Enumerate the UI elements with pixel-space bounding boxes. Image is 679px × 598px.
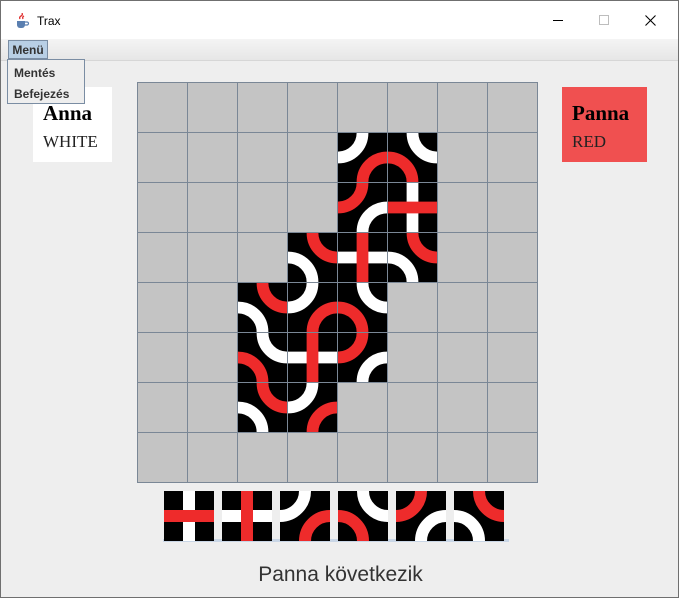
- board-cell-empty[interactable]: [388, 333, 437, 382]
- board-cell-empty[interactable]: [188, 283, 237, 332]
- board-cell-empty[interactable]: [188, 233, 237, 282]
- player-panel-red: Panna RED: [562, 87, 647, 162]
- board-cell-empty[interactable]: [438, 233, 487, 282]
- board-cell-empty[interactable]: [488, 333, 537, 382]
- hand-tile[interactable]: [164, 491, 214, 541]
- game-board: [137, 82, 538, 483]
- board-cell-empty[interactable]: [288, 183, 337, 232]
- maximize-button[interactable]: [581, 1, 627, 39]
- status-message: Panna következik: [258, 563, 423, 586]
- board-cell-empty[interactable]: [338, 383, 387, 432]
- board-cell-empty[interactable]: [238, 83, 287, 132]
- menu-bar: Menü: [1, 39, 678, 61]
- player-name: Anna: [43, 101, 93, 125]
- board-cell-empty[interactable]: [438, 383, 487, 432]
- hand-tile[interactable]: [222, 491, 272, 541]
- board-cell-empty[interactable]: [188, 83, 237, 132]
- window-title: Trax: [37, 14, 61, 28]
- board-cell-empty[interactable]: [338, 433, 387, 482]
- maximize-icon: [599, 15, 609, 25]
- board-cell-empty[interactable]: [138, 233, 187, 282]
- board-cell-empty[interactable]: [388, 283, 437, 332]
- board-cell-empty[interactable]: [288, 83, 337, 132]
- board-cell-empty[interactable]: [138, 383, 187, 432]
- player-name: Panna: [572, 101, 630, 125]
- minimize-icon: [553, 20, 563, 21]
- board-cell-empty[interactable]: [188, 433, 237, 482]
- board-cell-empty[interactable]: [238, 183, 287, 232]
- board-cell-empty[interactable]: [238, 433, 287, 482]
- board-cell-empty[interactable]: [238, 233, 287, 282]
- menu-button[interactable]: Menü: [8, 40, 48, 59]
- menu-item-save[interactable]: Mentés: [14, 66, 55, 80]
- java-cup-icon: [14, 13, 30, 29]
- board-cell-empty[interactable]: [138, 183, 187, 232]
- board-cell-empty[interactable]: [388, 83, 437, 132]
- board-cell-empty[interactable]: [438, 433, 487, 482]
- board-cell-empty[interactable]: [188, 183, 237, 232]
- board-cell-empty[interactable]: [438, 83, 487, 132]
- board-cell-empty[interactable]: [438, 333, 487, 382]
- title-bar: Trax: [1, 1, 678, 39]
- trax-window: Trax Menü Anna WHITE Panna RED Panna köv…: [0, 0, 679, 598]
- board-cell-empty[interactable]: [488, 233, 537, 282]
- player-color-label: RED: [572, 132, 606, 151]
- board-cell-empty[interactable]: [238, 133, 287, 182]
- board-cell-empty[interactable]: [488, 433, 537, 482]
- board-cell-empty[interactable]: [488, 83, 537, 132]
- player-color-label: WHITE: [43, 132, 98, 151]
- board-cell-empty[interactable]: [288, 433, 337, 482]
- board-cell-empty[interactable]: [438, 283, 487, 332]
- board-cell-empty[interactable]: [438, 183, 487, 232]
- close-icon: [644, 14, 656, 26]
- board-cell-empty[interactable]: [388, 383, 437, 432]
- board-cell-empty[interactable]: [488, 183, 537, 232]
- board-cell-empty[interactable]: [488, 383, 537, 432]
- close-button[interactable]: [627, 1, 673, 39]
- minimize-button[interactable]: [535, 1, 581, 39]
- menu-dropdown: Mentés Befejezés: [7, 59, 85, 104]
- board-tile: [338, 233, 387, 282]
- menu-item-quit[interactable]: Befejezés: [14, 87, 69, 101]
- board-cell-empty[interactable]: [138, 83, 187, 132]
- board-cell-empty[interactable]: [188, 333, 237, 382]
- board-cell-empty[interactable]: [138, 433, 187, 482]
- tile-hand: [164, 491, 504, 541]
- board-cell-empty[interactable]: [138, 133, 187, 182]
- board-cell-empty[interactable]: [288, 133, 337, 182]
- board-tile: [288, 333, 337, 382]
- board-cell-empty[interactable]: [338, 83, 387, 132]
- board-cell-empty[interactable]: [438, 133, 487, 182]
- board-cell-empty[interactable]: [488, 133, 537, 182]
- board-cell-empty[interactable]: [188, 133, 237, 182]
- board-tile: [388, 183, 437, 232]
- board-cell-empty[interactable]: [388, 433, 437, 482]
- board-cell-empty[interactable]: [188, 383, 237, 432]
- board-cell-empty[interactable]: [138, 283, 187, 332]
- board-cell-empty[interactable]: [138, 333, 187, 382]
- board-cell-empty[interactable]: [488, 283, 537, 332]
